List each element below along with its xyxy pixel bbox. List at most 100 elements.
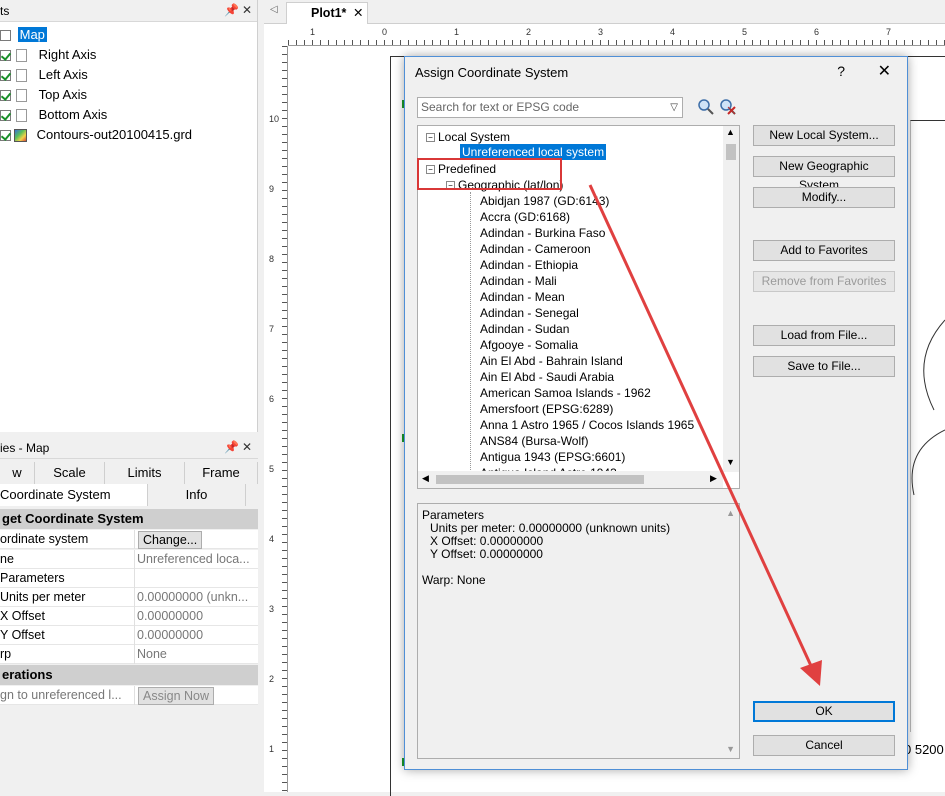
tree-leaf[interactable]: Accra (GD:6168) bbox=[480, 209, 570, 225]
ok-button[interactable]: OK bbox=[753, 701, 895, 722]
contour-lines bbox=[911, 319, 945, 496]
chevron-down-icon[interactable]: ▽ bbox=[670, 98, 678, 117]
tree-item-top-axis[interactable]: Top Axis bbox=[0, 86, 87, 104]
parameters-panel: Parameters Units per meter: 0.00000000 (… bbox=[417, 503, 740, 759]
prop-row-warp: rp None bbox=[0, 645, 258, 664]
tree-item-left-axis[interactable]: Left Axis bbox=[0, 66, 88, 84]
tree-leaf[interactable]: Ain El Abd - Saudi Arabia bbox=[480, 369, 614, 385]
tree-item-label: Left Axis bbox=[38, 67, 88, 82]
visibility-checkbox[interactable] bbox=[0, 130, 11, 142]
tree-leaf[interactable]: Adindan - Mean bbox=[480, 289, 565, 305]
vertical-ruler: 10 9 8 7 6 5 4 3 2 1 bbox=[268, 46, 288, 792]
prop-key: ne bbox=[0, 550, 135, 569]
scroll-down-icon[interactable]: ▼ bbox=[726, 744, 735, 754]
tree-leaf[interactable]: Antigua 1943 (EPSG:6601) bbox=[480, 449, 625, 465]
ruler-label: 5 bbox=[269, 464, 275, 474]
change-button[interactable]: Change... bbox=[138, 531, 203, 549]
tree-vertical-scrollbar[interactable]: ▲ ▼ bbox=[723, 126, 739, 472]
help-button[interactable]: ? bbox=[837, 63, 845, 79]
modify-button[interactable]: Modify... bbox=[753, 187, 895, 208]
close-icon[interactable]: ✕ bbox=[242, 3, 252, 17]
tree-leaf[interactable]: Adindan - Sudan bbox=[480, 321, 569, 337]
ruler-label: 8 bbox=[269, 254, 275, 264]
tab-scale[interactable]: Scale bbox=[35, 462, 105, 484]
visibility-checkbox[interactable] bbox=[0, 110, 11, 122]
tree-node-label: Local System bbox=[438, 130, 511, 144]
object-manager-titlebar: ts 📌 ✕ bbox=[0, 0, 257, 22]
ruler-label: 7 bbox=[269, 324, 275, 334]
tab-limits[interactable]: Limits bbox=[105, 462, 185, 484]
remove-from-favorites-button[interactable]: Remove from Favorites bbox=[753, 271, 895, 292]
visibility-checkbox[interactable] bbox=[0, 50, 11, 62]
search-icon[interactable] bbox=[697, 98, 715, 116]
tree-leaf[interactable]: Adindan - Senegal bbox=[480, 305, 579, 321]
tree-leaf[interactable]: American Samoa Islands - 1962 bbox=[480, 385, 651, 401]
scroll-down-icon[interactable]: ▼ bbox=[726, 457, 735, 467]
search-input[interactable]: Search for text or EPSG code ▽ bbox=[417, 97, 683, 118]
close-tab-icon[interactable]: ✕ bbox=[353, 3, 363, 23]
tab-view[interactable]: w bbox=[0, 462, 35, 484]
tab-scroll-left-icon[interactable]: ◁ bbox=[270, 4, 278, 15]
cancel-button[interactable]: Cancel bbox=[753, 735, 895, 756]
ruler-label: 3 bbox=[269, 604, 275, 614]
tree-horizontal-scrollbar[interactable]: ◀ ▶ bbox=[418, 471, 723, 488]
pin-icon[interactable]: 📌 bbox=[224, 3, 239, 17]
scroll-thumb[interactable] bbox=[726, 144, 736, 160]
tree-leaf[interactable]: ANS84 (Bursa-Wolf) bbox=[480, 433, 588, 449]
prop-row-name: ne Unreferenced loca... bbox=[0, 550, 258, 569]
tree-leaf[interactable]: Abidjan 1987 (GD:6143) bbox=[480, 193, 609, 209]
prop-value: None bbox=[137, 647, 167, 661]
tree-leaf[interactable]: Afgooye - Somalia bbox=[480, 337, 578, 353]
tree-item-contours[interactable]: Contours-out20100415.grd bbox=[0, 126, 192, 144]
scroll-right-icon[interactable]: ▶ bbox=[710, 473, 717, 484]
tab-coordinate-system[interactable]: Coordinate System bbox=[0, 484, 148, 506]
tree-item-map[interactable]: Map bbox=[0, 26, 47, 44]
tab-info[interactable]: Info bbox=[148, 484, 246, 506]
dialog-close-button[interactable]: ✕ bbox=[878, 61, 891, 81]
tree-leaf[interactable]: Adindan - Burkina Faso bbox=[480, 225, 605, 241]
new-local-system-button[interactable]: New Local System... bbox=[753, 125, 895, 146]
tree-item-label: Bottom Axis bbox=[38, 107, 108, 122]
prop-value: 0.00000000 bbox=[137, 628, 204, 642]
search-placeholder: Search for text or EPSG code bbox=[421, 100, 580, 114]
pin-icon[interactable]: 📌 bbox=[224, 440, 239, 454]
scroll-left-icon[interactable]: ◀ bbox=[422, 473, 429, 484]
tree-leaf[interactable]: Amersfoort (EPSG:6289) bbox=[480, 401, 613, 417]
clear-search-icon[interactable] bbox=[719, 98, 737, 116]
axis-icon bbox=[16, 109, 27, 123]
tree-leaf[interactable]: Adindan - Cameroon bbox=[480, 241, 591, 257]
tree-leaf[interactable]: Anna 1 Astro 1965 / Cocos Islands 1965 bbox=[480, 417, 694, 433]
scroll-thumb[interactable] bbox=[436, 475, 644, 484]
tree-leaf[interactable]: Adindan - Mali bbox=[480, 273, 557, 289]
visibility-checkbox[interactable] bbox=[0, 70, 11, 82]
scroll-up-icon[interactable]: ▲ bbox=[726, 508, 735, 518]
tree-node-local-system[interactable]: − Local System bbox=[426, 129, 510, 145]
visibility-checkbox[interactable] bbox=[0, 30, 11, 42]
save-to-file-button[interactable]: Save to File... bbox=[753, 356, 895, 377]
new-geographic-system-button[interactable]: New Geographic System... bbox=[753, 156, 895, 192]
scroll-up-icon[interactable]: ▲ bbox=[726, 127, 735, 137]
tree-item-right-axis[interactable]: Right Axis bbox=[0, 46, 96, 64]
visibility-checkbox[interactable] bbox=[0, 90, 11, 102]
ruler-label: 1 bbox=[269, 744, 275, 754]
assign-now-button[interactable]: Assign Now bbox=[138, 687, 214, 705]
add-to-favorites-button[interactable]: Add to Favorites bbox=[753, 240, 895, 261]
tree-leaf[interactable]: Adindan - Ethiopia bbox=[480, 257, 578, 273]
ruler-label: 6 bbox=[814, 27, 820, 37]
load-from-file-button[interactable]: Load from File... bbox=[753, 325, 895, 346]
ruler-label: 3 bbox=[598, 27, 604, 37]
prop-value: 0.00000000 bbox=[137, 609, 204, 623]
prop-row-parameters: Parameters bbox=[0, 569, 258, 588]
params-x-offset: X Offset: 0.00000000 bbox=[430, 534, 544, 548]
tree-item-bottom-axis[interactable]: Bottom Axis bbox=[0, 106, 107, 124]
close-icon[interactable]: ✕ bbox=[242, 440, 252, 454]
document-tabbar: ◁ Plot1* ✕ bbox=[264, 0, 945, 24]
ruler-label: 0 bbox=[382, 27, 388, 37]
prop-row-x-offset: X Offset 0.00000000 bbox=[0, 607, 258, 626]
tab-label: Plot1* bbox=[311, 6, 347, 20]
tab-plot1[interactable]: Plot1* ✕ bbox=[286, 2, 368, 24]
tab-frame[interactable]: Frame bbox=[185, 462, 258, 484]
collapse-icon[interactable]: − bbox=[426, 133, 435, 143]
horizontal-ruler: 1 0 1 2 3 4 5 6 7 bbox=[288, 26, 945, 46]
tree-leaf[interactable]: Ain El Abd - Bahrain Island bbox=[480, 353, 623, 369]
